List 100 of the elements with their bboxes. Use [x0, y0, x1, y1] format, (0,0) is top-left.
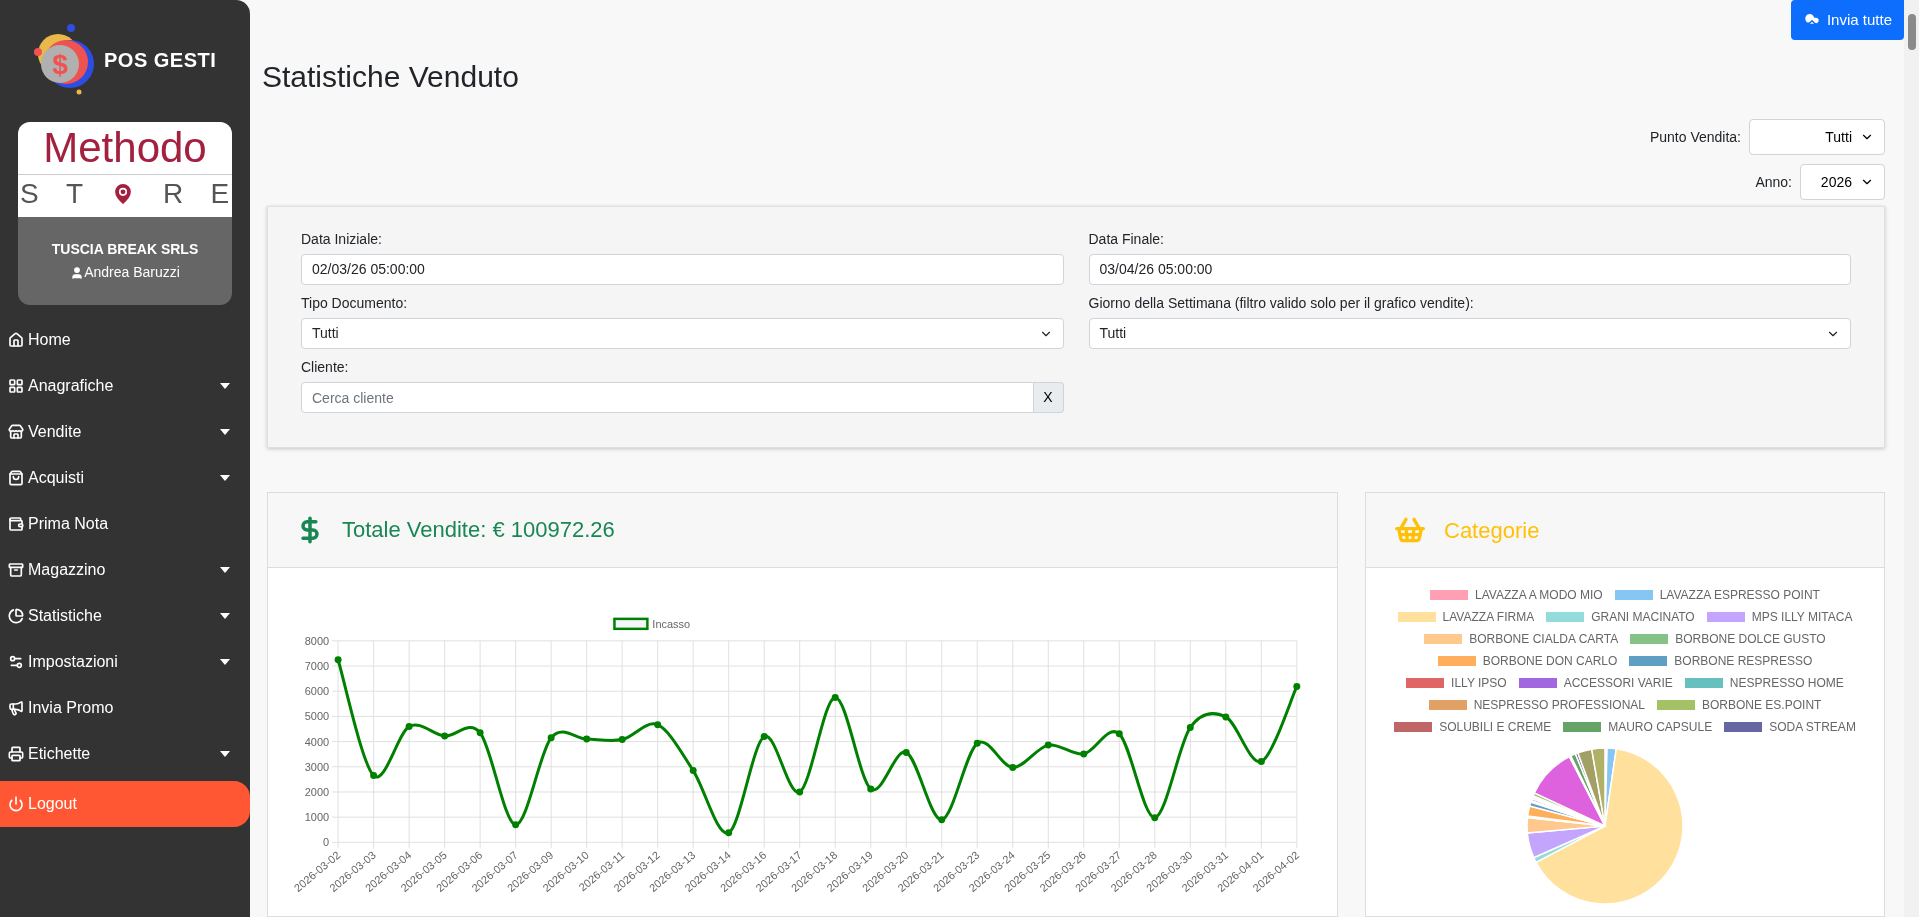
selector-dropdown[interactable]: Tutti [1749, 119, 1885, 155]
legend-label: SOLUBILI E CREME [1439, 719, 1552, 736]
data-point [583, 735, 591, 743]
menu-item[interactable]: Prima Nota [0, 501, 250, 547]
y-tick-label: 2000 [304, 785, 330, 798]
selector-dropdown[interactable]: 2026 [1800, 164, 1885, 200]
menu-item[interactable]: Vendite [0, 409, 250, 455]
menu-icon [8, 562, 24, 578]
menu-label: Logout [28, 794, 78, 814]
field-label: Cliente: [301, 358, 350, 377]
y-tick-label: 7000 [304, 659, 330, 672]
data-point [1257, 757, 1265, 765]
menu-item[interactable]: Acquisti [0, 455, 250, 501]
field-label: Data Iniziale: [301, 230, 383, 249]
legend-label: LAVAZZA A MODO MIO [1475, 587, 1603, 604]
field-label: Giorno della Settimana (filtro valido solo per il grafico vendite): [1088, 294, 1475, 313]
data-point [973, 739, 981, 747]
menu-item[interactable]: Statistiche [0, 593, 250, 639]
menu-item[interactable]: Etichette [0, 731, 250, 777]
data-point [1293, 682, 1301, 690]
legend-label: Incasso [652, 617, 691, 630]
legend-label: MAURO CAPSULE [1608, 719, 1713, 736]
send-all-button[interactable]: Invia tutte [1790, 0, 1904, 40]
data-point [867, 785, 875, 793]
menu-icon [8, 654, 24, 670]
data-point [1080, 750, 1088, 758]
page-title: Statistiche Venduto [262, 59, 519, 95]
brand-letter: R [163, 177, 184, 211]
legend-label: BORBONE ES.POINT [1702, 697, 1822, 714]
data-point [689, 766, 697, 774]
data-point [334, 656, 342, 664]
menu-icon [8, 746, 24, 762]
data-point [1186, 723, 1194, 731]
y-tick-label: 5000 [304, 710, 330, 723]
selector-label: Punto Vendita: [1649, 127, 1741, 147]
y-tick-label: 3000 [304, 760, 330, 773]
menu-icon [8, 332, 24, 348]
data-point [1222, 713, 1230, 721]
menu-label: Anagrafiche [28, 376, 115, 396]
menu-icon [8, 378, 24, 394]
menu-label: Vendite [28, 422, 83, 442]
data-point [902, 748, 910, 756]
search-field[interactable]: Cerca cliente [301, 382, 1034, 413]
company-name: TUSCIA BREAK SRLS [51, 240, 199, 259]
menu-icon [8, 608, 24, 624]
data-point [1115, 730, 1123, 738]
menu-label: Statistiche [28, 606, 103, 626]
menu-label: Impostazioni [28, 652, 119, 672]
data-point [512, 821, 520, 829]
data-point [476, 729, 484, 737]
legend-swatch [613, 617, 649, 630]
card-title: Categorie [1444, 516, 1540, 545]
y-tick-label: 0 [323, 836, 330, 849]
menu-icon [8, 470, 24, 486]
legend-label: NESPRESSO PROFESSIONAL [1473, 697, 1645, 714]
user-icon [70, 265, 85, 280]
legend-label: BORBONE DOLCE GUSTO [1675, 631, 1826, 648]
menu-label: Invia Promo [28, 698, 115, 718]
menu-item[interactable]: Impostazioni [0, 639, 250, 685]
date-field[interactable]: 02/03/26 05:00:00 [301, 254, 1064, 285]
legend-label: ILLY IPSO [1451, 675, 1507, 692]
y-tick-label: 8000 [304, 634, 330, 647]
data-point [370, 771, 378, 779]
menu-item[interactable]: Invia Promo [0, 685, 250, 731]
field-label: Tipo Documento: [301, 294, 409, 313]
select-field[interactable]: Tutti [1088, 318, 1851, 349]
brand-letter: S [20, 177, 40, 211]
data-point [938, 816, 946, 823]
data-point [796, 788, 804, 796]
menu-item[interactable]: Home [0, 317, 250, 363]
menu-item[interactable]: Anagrafiche [0, 363, 250, 409]
menu-item[interactable]: Magazzino [0, 547, 250, 593]
brand-name: Methodo [43, 124, 207, 172]
data-point [547, 734, 555, 742]
menu-label: Home [28, 330, 72, 350]
y-tick-label: 6000 [304, 685, 330, 698]
user-name: Andrea Baruzzi [84, 263, 180, 282]
y-tick-label: 4000 [304, 735, 330, 748]
data-point [1009, 763, 1017, 771]
legend-label: BORBONE DON CARLO [1482, 653, 1618, 670]
clear-button[interactable]: X [1033, 382, 1064, 413]
menu-icon [8, 424, 24, 440]
data-point [618, 735, 626, 743]
menu-label: Magazzino [28, 560, 107, 580]
data-point [725, 829, 733, 837]
data-point [654, 721, 662, 729]
data-point [1044, 741, 1052, 749]
selector-label: Anno: [1755, 172, 1792, 192]
data-point [405, 722, 413, 730]
field-label: Data Finale: [1088, 230, 1165, 249]
data-point [760, 732, 768, 740]
legend-label: LAVAZZA FIRMA [1442, 609, 1535, 626]
legend-label: BORBONE RESPRESSO [1674, 653, 1813, 670]
menu-icon [8, 796, 24, 812]
date-field[interactable]: 03/04/26 05:00:00 [1088, 254, 1851, 285]
brand-letter: E [210, 177, 230, 211]
select-field[interactable]: Tutti [301, 318, 1064, 349]
legend-label: BORBONE CIALDA CARTA [1469, 631, 1619, 648]
menu-label: Prima Nota [28, 514, 110, 534]
app-logo-text: POS GESTI [104, 48, 217, 73]
